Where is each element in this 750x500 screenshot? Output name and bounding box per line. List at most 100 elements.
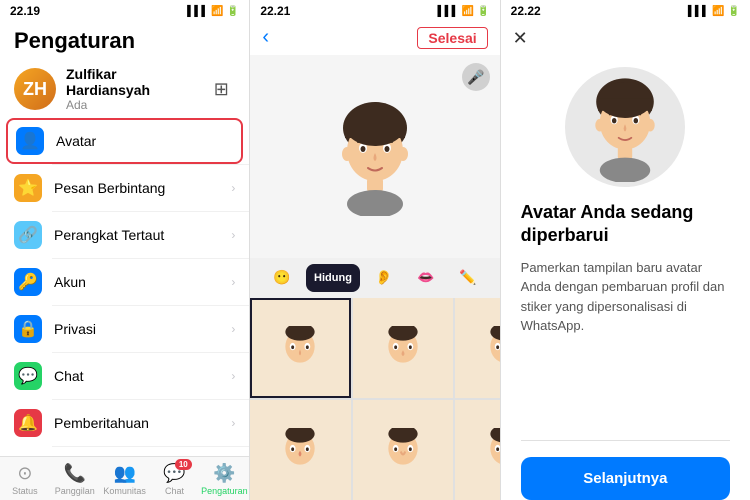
time-2: 22.21 (260, 4, 290, 18)
menu-item-starred[interactable]: ⭐ Pesan Berbintang › (0, 165, 249, 211)
menu-item-linked[interactable]: 🔗 Perangkat Tertaut › (0, 212, 249, 258)
notification-icon: 🔔 (14, 409, 42, 437)
avatar-initials: ZH (23, 79, 47, 100)
wifi-icon: 📶 (211, 6, 223, 17)
signal-icons-1: ▌▌▌ 📶 🔋 (187, 6, 239, 17)
variant-grid (250, 298, 499, 500)
profile-status: Ada (66, 98, 197, 112)
settings-panel: 22.19 ▌▌▌ 📶 🔋 Pengaturan ZH Zulfikar Har… (0, 0, 249, 500)
chat-badge: 10 (175, 459, 192, 470)
tab-skin[interactable]: 😶 (264, 264, 300, 292)
variant-cell-1[interactable] (250, 298, 350, 398)
starred-icon: ⭐ (14, 174, 42, 202)
tab-label-settings: Pengaturan (201, 486, 248, 496)
close-button[interactable]: ✕ (501, 20, 750, 57)
variant-cell-2[interactable] (353, 298, 453, 398)
tab-status[interactable]: ⊙ Status (0, 461, 50, 498)
wifi-icon-2: 📶 (462, 6, 474, 17)
chevron-icon: › (231, 275, 235, 289)
status-bar-2: 22.21 ▌▌▌ 📶 🔋 (250, 0, 499, 20)
avatar-updated-description: Pamerkan tampilan baru avatar Anda denga… (521, 258, 730, 336)
avatar-updated-title: Avatar Anda sedang diperbarui (521, 201, 730, 248)
tab-settings[interactable]: ⚙️ Pengaturan (199, 461, 249, 498)
tab-nose-label: Hidung (314, 272, 352, 284)
menu-label-starred: Pesan Berbintang (54, 180, 219, 196)
profile-avatar-circle (565, 67, 685, 187)
menu-item-privacy[interactable]: 🔒 Privasi › (0, 306, 249, 352)
chevron-icon: › (231, 322, 235, 336)
variant-cell-7[interactable] (455, 400, 500, 500)
status-bar-3: 22.22 ▌▌▌ 📶 🔋 (501, 0, 750, 20)
tab-chat[interactable]: 💬 10 Chat (150, 461, 200, 498)
linked-icon: 🔗 (14, 221, 42, 249)
battery-icon-3: 🔋 (728, 6, 740, 17)
menu-list: 👤 Avatar ⭐ Pesan Berbintang › 🔗 Perangka… (0, 118, 249, 500)
variant-svg-3 (483, 326, 500, 370)
profile-name: Zulfikar Hardiansyah (66, 66, 197, 98)
signal-icon-2: ▌▌▌ (437, 6, 458, 17)
status-icon: ⊙ (17, 463, 32, 484)
avatar-icon: 👤 (16, 127, 44, 155)
variant-cell-6[interactable] (353, 400, 453, 500)
tab-label-calls: Panggilan (55, 486, 95, 496)
avatar-3d-preview (320, 91, 430, 221)
signal-icon-3: ▌▌▌ (688, 6, 709, 17)
editor-toolbar: ‹ Selesai (250, 20, 499, 55)
tab-bar: ⊙ Status 📞 Panggilan 👥 Komunitas 💬 10 Ch… (0, 456, 249, 500)
wifi-icon-3: 📶 (712, 6, 724, 17)
menu-label-privacy: Privasi (54, 321, 219, 337)
signal-icon: ▌▌▌ (187, 6, 208, 17)
tab-ears[interactable]: 👂 (366, 264, 402, 292)
mic-button[interactable]: 🎤 (462, 63, 490, 91)
variant-cell-5[interactable] (250, 400, 350, 500)
tab-label-status: Status (12, 486, 38, 496)
editor-tabs: 😶 Hidung 👂 👄 ✏️ (250, 258, 499, 298)
variant-cell-3[interactable] (455, 298, 500, 398)
time-3: 22.22 (511, 4, 541, 18)
tab-mouth[interactable]: 👄 (408, 264, 444, 292)
menu-label-account: Akun (54, 274, 219, 290)
signal-icons-3: ▌▌▌ 📶 🔋 (688, 6, 740, 17)
tab-pen[interactable]: ✏️ (450, 264, 486, 292)
avatar: ZH (14, 68, 56, 110)
avatar-preview-area: 🎤 (250, 55, 499, 258)
calls-icon: 📞 (64, 463, 86, 484)
chat-icon: 💬 (14, 362, 42, 390)
done-button[interactable]: Selesai (417, 27, 487, 49)
privacy-icon: 🔒 (14, 315, 42, 343)
tab-label-community: Komunitas (103, 486, 146, 496)
variant-svg-2 (381, 326, 425, 370)
tab-community[interactable]: 👥 Komunitas (100, 461, 150, 498)
content-divider (521, 440, 730, 441)
menu-label-linked: Perangkat Tertaut (54, 227, 219, 243)
menu-item-account[interactable]: 🔑 Akun › (0, 259, 249, 305)
time-1: 22.19 (10, 4, 40, 18)
menu-label-avatar: Avatar (56, 133, 233, 149)
qr-button[interactable]: ⊞ (207, 75, 235, 103)
avatar-updated-content: Avatar Anda sedang diperbarui Pamerkan t… (501, 201, 750, 440)
menu-item-chat[interactable]: 💬 Chat › (0, 353, 249, 399)
back-button[interactable]: ‹ (262, 26, 269, 49)
account-icon: 🔑 (14, 268, 42, 296)
tab-calls[interactable]: 📞 Panggilan (50, 461, 100, 498)
battery-icon-2: 🔋 (477, 6, 489, 17)
tab-label-chat: Chat (165, 486, 184, 496)
menu-item-avatar[interactable]: 👤 Avatar (6, 118, 243, 164)
chevron-icon: › (231, 416, 235, 430)
next-button[interactable]: Selanjutnya (521, 457, 730, 500)
profile-row[interactable]: ZH Zulfikar Hardiansyah Ada ⊞ (0, 60, 249, 118)
page-title: Pengaturan (0, 20, 249, 60)
chevron-icon: › (231, 181, 235, 195)
status-bar-1: 22.19 ▌▌▌ 📶 🔋 (0, 0, 249, 20)
avatar-editor-panel: 22.21 ▌▌▌ 📶 🔋 ‹ Selesai 🎤 (249, 0, 499, 500)
tab-nose[interactable]: Hidung (306, 264, 360, 292)
settings-tab-icon: ⚙️ (213, 463, 235, 484)
signal-icons-2: ▌▌▌ 📶 🔋 (437, 6, 489, 17)
variant-svg-6 (381, 428, 425, 472)
profile-info: Zulfikar Hardiansyah Ada (66, 66, 197, 112)
chevron-icon: › (231, 228, 235, 242)
variant-svg-7 (483, 428, 500, 472)
profile-avatar-svg (580, 72, 670, 182)
menu-label-chat: Chat (54, 368, 219, 384)
menu-item-notif[interactable]: 🔔 Pemberitahuan › (0, 400, 249, 446)
